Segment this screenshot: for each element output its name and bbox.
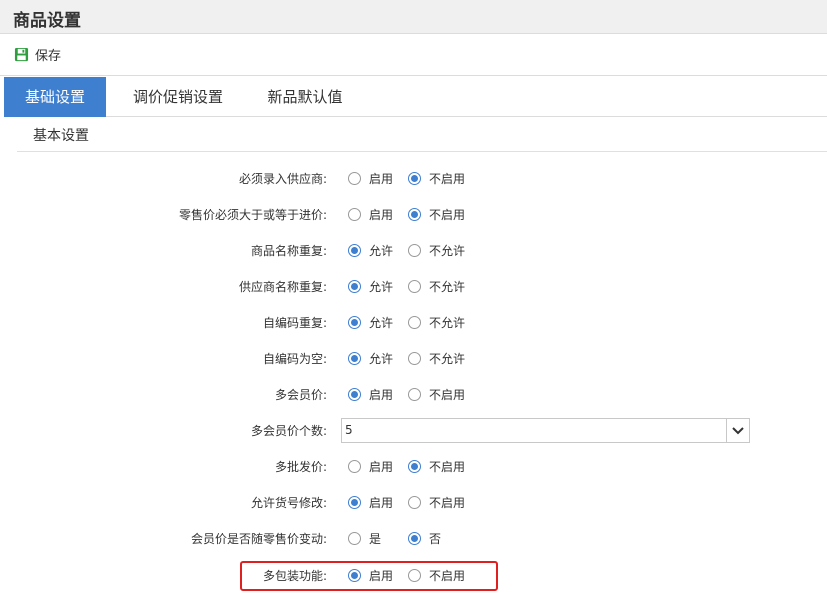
- radio-button[interactable]: [348, 387, 361, 401]
- save-button[interactable]: 保存: [14, 43, 61, 65]
- radio-button[interactable]: [408, 171, 421, 185]
- radio-option[interactable]: 允许: [348, 313, 393, 331]
- radio-option[interactable]: 启用: [348, 385, 393, 403]
- tab-basic-settings[interactable]: 基础设置: [4, 77, 106, 117]
- radio-button[interactable]: [408, 531, 421, 545]
- radio-label: 启用: [369, 387, 394, 402]
- radio-button[interactable]: [408, 279, 421, 293]
- radio-label: 否: [429, 531, 442, 546]
- radio-button[interactable]: [348, 315, 361, 329]
- setting-row: 商品名称重复: 允许 不允许: [0, 238, 827, 262]
- select-value: 5: [345, 423, 353, 437]
- chevron-down-icon[interactable]: [726, 419, 749, 442]
- radio-option[interactable]: 不启用: [408, 385, 465, 403]
- radio-label: 启用: [369, 207, 394, 222]
- setting-row: 供应商名称重复: 允许 不允许: [0, 274, 827, 298]
- setting-label: 会员价是否随零售价变动:: [190, 532, 327, 546]
- radio-label: 启用: [369, 171, 394, 186]
- radio-label: 允许: [369, 315, 394, 330]
- radio-button[interactable]: [348, 243, 361, 257]
- radio-option[interactable]: 不允许: [408, 349, 465, 367]
- radio-label: 不启用: [429, 171, 466, 186]
- setting-label: 多会员价个数:: [250, 424, 327, 438]
- setting-label: 供应商名称重复:: [238, 280, 327, 294]
- radio-option[interactable]: 不启用: [408, 457, 465, 475]
- setting-row: 多会员价个数: 5: [0, 418, 827, 443]
- radio-button[interactable]: [348, 279, 361, 293]
- radio-button[interactable]: [408, 351, 421, 365]
- radio-label: 不允许: [429, 315, 466, 330]
- section-divider: [17, 151, 827, 152]
- radio-option[interactable]: 不允许: [408, 241, 465, 259]
- radio-option[interactable]: 不启用: [408, 205, 465, 223]
- radio-label: 允许: [369, 279, 394, 294]
- radio-option[interactable]: 不允许: [408, 277, 465, 295]
- tab-new-product-defaults[interactable]: 新品默认值: [250, 77, 360, 117]
- setting-label: 自编码重复:: [262, 316, 327, 330]
- radio-button[interactable]: [408, 243, 421, 257]
- setting-row: 自编码重复: 允许 不允许: [0, 310, 827, 334]
- setting-row: 会员价是否随零售价变动: 是 否: [0, 526, 827, 550]
- setting-label: 允许货号修改:: [250, 496, 327, 510]
- radio-button[interactable]: [408, 207, 421, 221]
- radio-option[interactable]: 否: [408, 529, 441, 547]
- radio-button[interactable]: [348, 207, 361, 221]
- radio-label: 不启用: [429, 459, 466, 474]
- radio-label: 允许: [369, 351, 394, 366]
- radio-button[interactable]: [408, 387, 421, 401]
- radio-label: 不允许: [429, 351, 466, 366]
- radio-label: 允许: [369, 243, 394, 258]
- radio-option[interactable]: 启用: [348, 205, 393, 223]
- highlight-box: [240, 561, 498, 591]
- setting-label: 多批发价:: [274, 460, 327, 474]
- radio-label: 不启用: [429, 207, 466, 222]
- tab-price-promo-settings[interactable]: 调价促销设置: [114, 77, 242, 117]
- setting-label: 多会员价:: [274, 388, 327, 402]
- radio-option[interactable]: 允许: [348, 349, 393, 367]
- radio-option[interactable]: 启用: [348, 457, 393, 475]
- section-title: 基本设置: [33, 128, 89, 144]
- radio-option[interactable]: 允许: [348, 277, 393, 295]
- radio-option[interactable]: 允许: [348, 241, 393, 259]
- radio-label: 不启用: [429, 387, 466, 402]
- setting-row: 零售价必须大于或等于进价: 启用 不启用: [0, 202, 827, 226]
- toolbar: 保存: [0, 34, 827, 76]
- radio-option[interactable]: 启用: [348, 169, 393, 187]
- setting-label: 零售价必须大于或等于进价:: [178, 208, 327, 222]
- radio-option[interactable]: 启用: [348, 493, 393, 511]
- radio-option[interactable]: 不启用: [408, 169, 465, 187]
- save-button-label: 保存: [35, 48, 62, 64]
- radio-option[interactable]: 不启用: [408, 493, 465, 511]
- member-price-count-select[interactable]: 5: [341, 418, 750, 443]
- setting-row: 必须录入供应商: 启用 不启用: [0, 166, 827, 190]
- radio-label: 启用: [369, 495, 394, 510]
- radio-button[interactable]: [408, 459, 421, 473]
- radio-label: 是: [369, 531, 382, 546]
- setting-row: 允许货号修改: 启用 不启用: [0, 490, 827, 514]
- setting-label: 必须录入供应商:: [238, 172, 327, 186]
- radio-button[interactable]: [408, 315, 421, 329]
- title-bar: 商品设置: [0, 0, 827, 34]
- page-title: 商品设置: [13, 11, 81, 31]
- floppy-disk-icon: [14, 47, 29, 61]
- radio-label: 启用: [369, 459, 394, 474]
- radio-button[interactable]: [348, 171, 361, 185]
- setting-row: 自编码为空: 允许 不允许: [0, 346, 827, 370]
- setting-row: 多批发价: 启用 不启用: [0, 454, 827, 478]
- setting-row: 多会员价: 启用 不启用: [0, 382, 827, 406]
- radio-button[interactable]: [348, 351, 361, 365]
- radio-button[interactable]: [348, 531, 361, 545]
- setting-label: 商品名称重复:: [250, 244, 327, 258]
- radio-label: 不允许: [429, 243, 466, 258]
- radio-button[interactable]: [348, 459, 361, 473]
- radio-label: 不允许: [429, 279, 466, 294]
- radio-option[interactable]: 是: [348, 529, 381, 547]
- setting-label: 自编码为空:: [262, 352, 327, 366]
- radio-option[interactable]: 不允许: [408, 313, 465, 331]
- radio-label: 不启用: [429, 495, 466, 510]
- radio-button[interactable]: [408, 495, 421, 509]
- tab-bar: 基础设置 调价促销设置 新品默认值: [4, 77, 827, 117]
- radio-button[interactable]: [348, 495, 361, 509]
